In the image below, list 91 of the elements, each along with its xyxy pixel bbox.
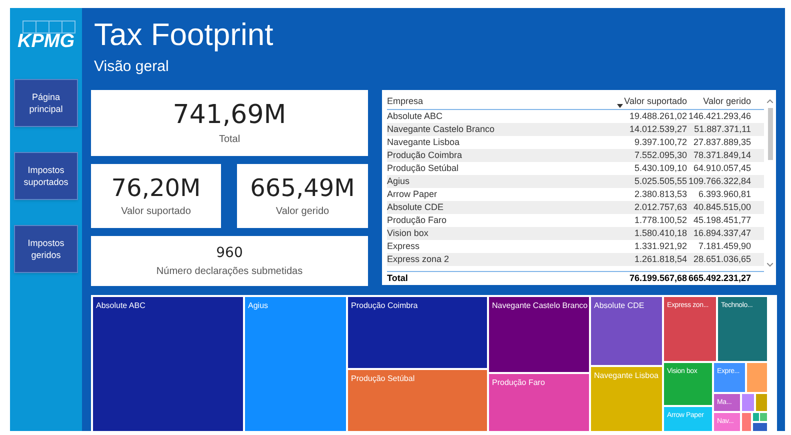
treemap-tile[interactable] xyxy=(756,394,767,411)
total-cell-text: 665.492.231,27 xyxy=(687,272,751,285)
table-cell-text: Agius xyxy=(387,174,411,188)
table-cell-text: 7.552.095,30 xyxy=(633,148,687,162)
treemap-tile[interactable] xyxy=(747,363,767,392)
kpi-value: 76,20M xyxy=(111,174,201,202)
sort-icon xyxy=(617,104,623,108)
kpi-label: Número declarações submetidas xyxy=(156,264,303,278)
table-cell-text: 109.766.322,84 xyxy=(687,174,751,188)
kpi-value: 665,49M xyxy=(250,174,355,202)
report-subtitle: Visão geral xyxy=(94,58,170,76)
table-cell-text: 1.778.100,52 xyxy=(633,214,687,227)
treemap-tile[interactable] xyxy=(718,297,767,361)
scroll-down-icon[interactable] xyxy=(767,263,773,267)
table-cell-text: 27.837.889,35 xyxy=(692,136,751,149)
treemap-tile[interactable] xyxy=(664,407,712,431)
table-cell-text: 64.910.057,45 xyxy=(692,162,751,175)
table-cell-text: Absolute ABC xyxy=(387,110,444,123)
table-cell-text: Absolute CDE xyxy=(387,200,445,214)
report-title: Tax Footprint xyxy=(94,16,274,54)
treemap-tile[interactable] xyxy=(664,297,716,361)
table-cell-text: 51.887.371,11 xyxy=(693,122,751,136)
scroll-up-icon[interactable] xyxy=(767,99,773,103)
table-cell-text: 5.430.109,10 xyxy=(633,162,687,175)
column-header[interactable]: Valor suportado xyxy=(617,95,687,108)
treemap-tile[interactable] xyxy=(348,370,487,431)
table-cell-text: 45.198.451,77 xyxy=(692,214,751,227)
treemap-tile[interactable] xyxy=(591,297,662,365)
table-cell-text: 2.012.757,63 xyxy=(633,200,687,214)
kpi-label: Total xyxy=(218,132,240,146)
treemap-tile[interactable] xyxy=(760,413,767,421)
tile-label: Navegante Castelo Branco xyxy=(492,301,588,311)
tile-label: Produção Faro xyxy=(492,378,545,388)
table-cell-text: Express zona 2 xyxy=(387,252,450,266)
treemap-tile[interactable] xyxy=(348,297,487,368)
table-cell-text: Produção Faro xyxy=(387,214,448,227)
table-cell-text: 7.181.459,90 xyxy=(697,240,751,253)
table-cell-text: 2.380.813,53 xyxy=(633,188,687,201)
tile-label: Absolute ABC xyxy=(96,301,146,311)
table-cell-text: 16.894.337,47 xyxy=(692,226,751,240)
treemap-tile[interactable] xyxy=(742,413,751,431)
treemap-tile[interactable] xyxy=(714,363,745,392)
nav-button[interactable]: Impostos geridos xyxy=(14,225,78,273)
total-cell-text: 76.199.567,68 xyxy=(628,272,687,285)
nav-button[interactable]: Impostos suportados xyxy=(14,152,78,200)
table-cell-text: Produção Setúbal xyxy=(387,162,460,175)
column-header[interactable]: Empresa xyxy=(387,95,617,108)
table-cell-text: 5.025.505,55 xyxy=(633,174,687,188)
table-cell-text: Produção Coimbra xyxy=(387,148,464,162)
tile-label: Agius xyxy=(248,301,268,311)
treemap-tile[interactable] xyxy=(714,394,740,411)
tile-label: Produção Coimbra xyxy=(351,301,418,311)
table-cell-text: 1.331.921,92 xyxy=(633,240,687,253)
total-cell-text: Total xyxy=(387,272,409,285)
kpi-label: Valor gerido xyxy=(276,204,330,218)
table-cell-text: 14.012.539,27 xyxy=(628,122,687,136)
nav-button[interactable]: Página principal xyxy=(14,79,78,127)
table-cell-text: 1.580.410,18 xyxy=(633,226,687,240)
treemap-tile[interactable] xyxy=(245,297,346,431)
table-cell-text: Vision box xyxy=(387,226,430,240)
tile-label: Produção Setúbal xyxy=(351,374,415,384)
table-cell-text: 146.421.293,46 xyxy=(687,110,751,123)
table-cell-text: 9.397.100,72 xyxy=(633,136,687,149)
treemap-tile[interactable] xyxy=(93,297,243,431)
table-cell-text: 40.845.515,00 xyxy=(692,200,751,214)
logo-boxes-icon xyxy=(22,20,78,34)
treemap-tile[interactable] xyxy=(489,374,589,431)
table-cell-text: Navegante Lisboa xyxy=(387,136,461,149)
kpi-value: 960 xyxy=(216,244,243,262)
table-cell-text: 78.371.849,14 xyxy=(692,148,751,162)
table-cell-text: 6.393.960,81 xyxy=(697,188,751,201)
table-cell-text: Express xyxy=(387,240,421,253)
treemap-tile[interactable] xyxy=(591,367,662,431)
treemap-tile[interactable] xyxy=(664,363,712,405)
treemap-tile[interactable] xyxy=(753,423,767,431)
kpi-value: 741,69M xyxy=(172,100,286,130)
kpi-label: Valor suportado xyxy=(121,204,191,218)
tile-label: Navegante Lisboa xyxy=(594,371,658,381)
tile-label: Absolute CDE xyxy=(594,301,644,311)
table-cell-text: 28.651.036,65 xyxy=(692,252,751,266)
table-cell-text: 1.261.818,54 xyxy=(633,252,687,266)
treemap-tile[interactable] xyxy=(753,413,759,421)
scroll-thumb[interactable] xyxy=(768,108,772,160)
treemap-tile[interactable] xyxy=(489,297,589,372)
column-header[interactable]: Valor gerido xyxy=(687,95,751,108)
table-cell-text: 19.488.261,02 xyxy=(628,110,687,123)
treemap-tile[interactable] xyxy=(742,394,754,411)
table-cell-text: Navegante Castelo Branco xyxy=(387,122,496,136)
treemap-tile[interactable] xyxy=(714,413,740,431)
table-cell-text: Arrow Paper xyxy=(387,188,438,201)
logo: KPMG xyxy=(18,32,74,51)
